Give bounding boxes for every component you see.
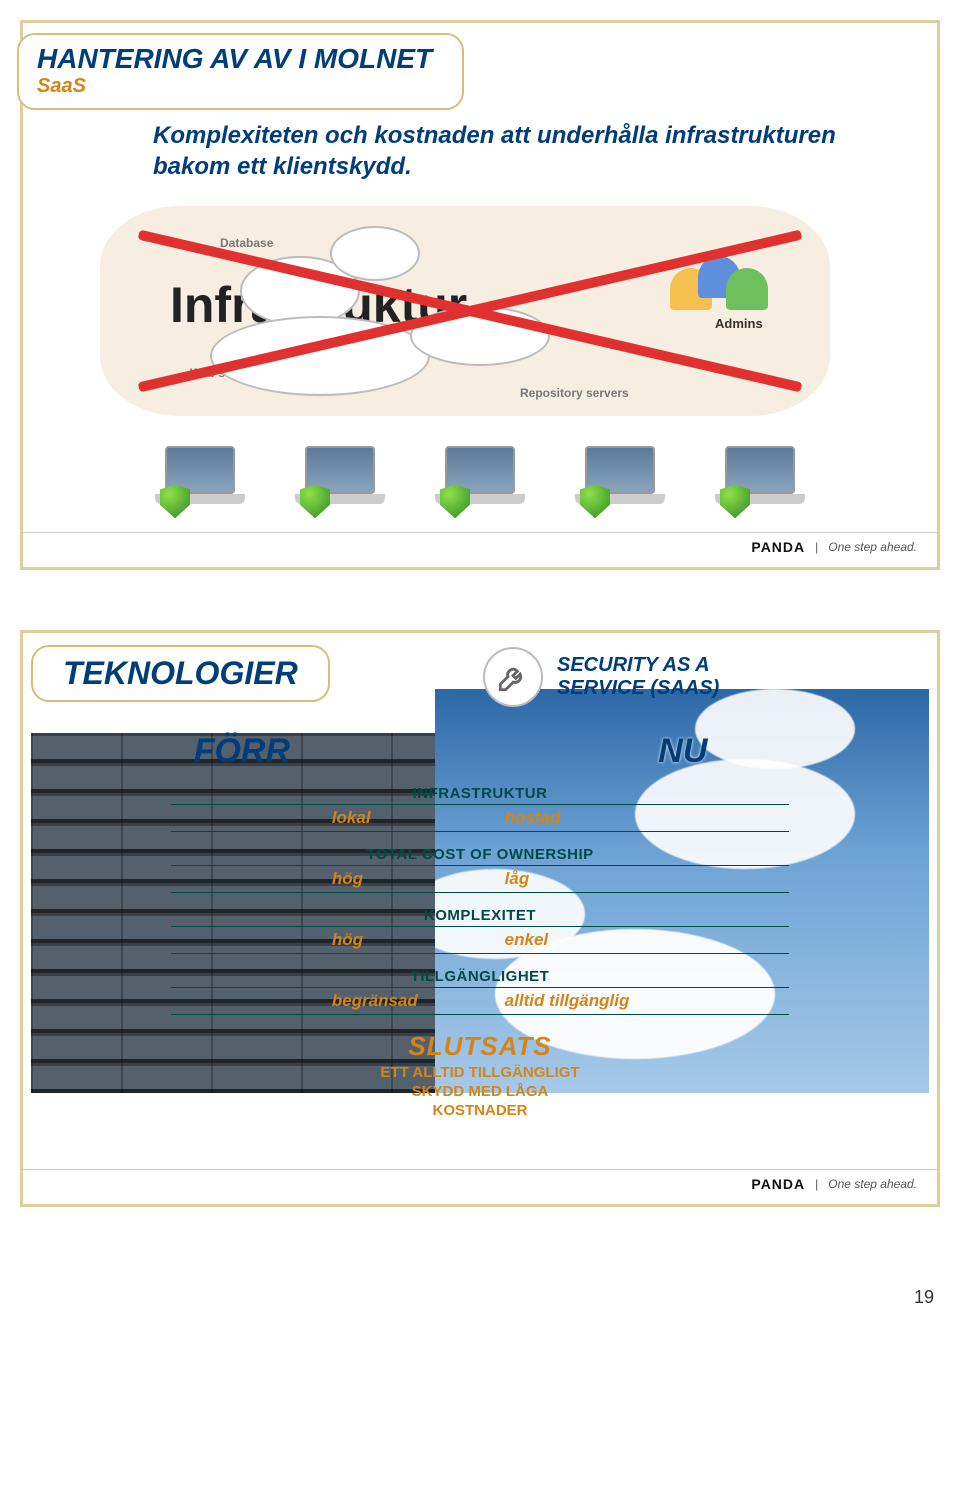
footer-tagline: One step ahead. [828,540,917,554]
slide-footer: PANDA | One step ahead. [23,532,937,555]
conclusion-l2: SKYDD MED LÅGA [412,1083,549,1100]
row-label: TILLGÄNGLIGHET [39,968,921,985]
footer-divider: | [815,540,818,554]
label-database: Database [220,236,273,250]
laptop-icon [570,446,670,516]
shield-icon [300,484,330,518]
row-label: KOMPLEXITET [39,907,921,924]
conclusion-head: SLUTSATS [39,1031,921,1062]
label-admins: Admins [715,316,763,331]
slide1-subtitle: SaaS [37,75,432,98]
wrench-icon [483,647,543,707]
shield-icon [160,484,190,518]
client-laptops-row [23,446,937,516]
val-now: alltid tillgänglig [455,991,788,1011]
slide-1: HANTERING AV AV I MOLNET SaaS Komplexite… [20,20,940,570]
panda-logo: PANDA [751,1176,805,1192]
col-before: FÖRR [39,732,445,771]
shield-icon [580,484,610,518]
row-label: TOTAL COST OF OWNERSHIP [39,846,921,863]
slide1-title-box: HANTERING AV AV I MOLNET SaaS [17,33,464,110]
col-now: NU [445,732,921,771]
slide-2: TEKNOLOGIER SECURITY AS A SERVICE (SAAS)… [20,630,940,1207]
laptop-icon [430,446,530,516]
row-tco: TOTAL COST OF OWNERSHIP hög låg [39,846,921,893]
val-now: enkel [455,930,788,950]
val-before: lokal [171,808,455,828]
cloud-icon [330,226,420,281]
comparison-header: FÖRR NU [39,732,921,771]
shield-icon [440,484,470,518]
laptop-icon [290,446,390,516]
row-komplexitet: KOMPLEXITET hög enkel [39,907,921,954]
panda-logo: PANDA [751,539,805,555]
infrastructure-diagram: Database Web server Repository servers I… [90,196,870,476]
saas-line2: SERVICE (SAAS) [557,677,719,699]
saas-line1: SECURITY AS A [557,654,710,676]
saas-heading-block: SECURITY AS A SERVICE (SAAS) [483,647,719,707]
conclusion-l1: ETT ALLTID TILLGÄNGLIGT [380,1064,579,1081]
val-now: hostad [455,808,788,828]
val-now: låg [455,869,788,889]
row-tillganglighet: TILLGÄNGLIGHET begränsad alltid tillgäng… [39,968,921,1015]
saas-heading: SECURITY AS A SERVICE (SAAS) [557,654,719,700]
val-before: hög [171,930,455,950]
page-number: 19 [20,1267,940,1308]
conclusion-l3: KOSTNADER [432,1102,527,1119]
slide1-intro: Komplexiteten och kostnaden att underhål… [153,120,853,182]
admins-icon-group: Admins [670,256,780,346]
laptop-icon [710,446,810,516]
slide2-title: TEKNOLOGIER [31,645,330,702]
label-repository: Repository servers [520,386,629,400]
slide1-title: HANTERING AV AV I MOLNET [37,43,432,75]
row-label: INFRASTRUKTUR [39,785,921,802]
val-before: hög [171,869,455,889]
val-before: begränsad [171,991,455,1011]
shield-icon [720,484,750,518]
footer-tagline: One step ahead. [828,1177,917,1191]
person-icon [726,268,768,310]
laptop-icon [150,446,250,516]
comparison-table: FÖRR NU INFRASTRUKTUR lokal hostad TOTAL… [39,732,921,1120]
conclusion-body: ETT ALLTID TILLGÄNGLIGT SKYDD MED LÅGA K… [39,1064,921,1120]
row-infrastruktur: INFRASTRUKTUR lokal hostad [39,785,921,832]
footer-divider: | [815,1177,818,1191]
slide-footer: PANDA | One step ahead. [23,1169,937,1192]
